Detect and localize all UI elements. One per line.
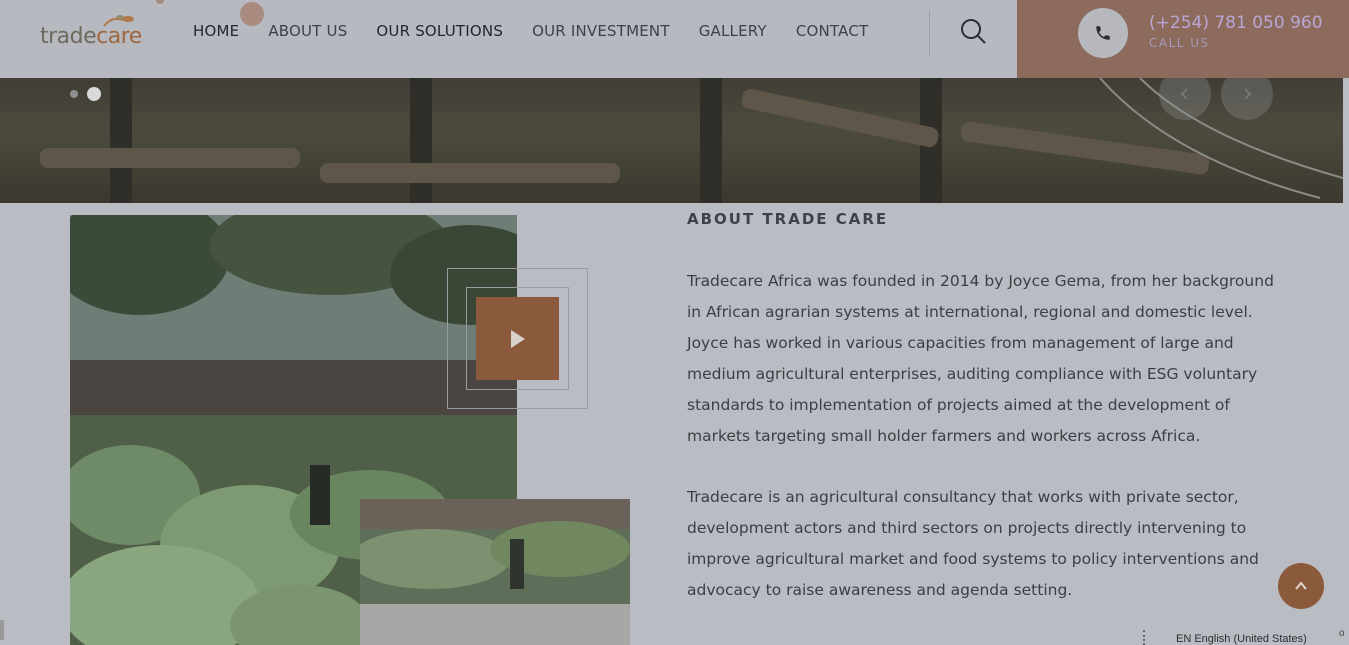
call-box[interactable]: (+254) 781 050 960 CALL US [1017,0,1349,78]
search-icon[interactable] [958,16,988,46]
hero-image-detail [740,87,940,149]
hero-image-detail [110,78,132,203]
about-photo-small [360,499,630,645]
logo[interactable]: tradecare [40,14,142,50]
logo-text: tradecare [40,24,142,49]
nav-solutions[interactable]: OUR SOLUTIONS [376,22,503,40]
nav-gallery[interactable]: GALLERY [699,22,767,40]
hero-image-detail [40,148,300,168]
about-heading: ABOUT TRADE CARE [687,210,889,228]
language-separator [1143,630,1147,645]
chevron-right-icon [1244,88,1252,100]
about-paragraph-1: Tradecare Africa was founded in 2014 by … [687,272,1274,445]
hero-image-detail [1099,78,1343,199]
phone-icon [1096,26,1110,40]
nav-investment[interactable]: OUR INVESTMENT [532,22,670,40]
phone-button[interactable] [1078,8,1128,58]
nav-about[interactable]: ABOUT US [268,22,347,40]
call-us-label: CALL US [1149,36,1210,50]
edge-marker [0,620,4,640]
play-icon [510,329,525,348]
nav-home[interactable]: HOME [193,22,239,40]
nav-contact[interactable]: CONTACT [796,22,869,40]
play-video-button[interactable] [476,297,559,380]
hero-image-detail [410,78,432,203]
chevron-left-icon [1180,88,1188,100]
header-divider [929,10,930,56]
about-paragraph-2: Tradecare is an agricultural consultancy… [687,488,1259,599]
phone-number[interactable]: (+254) 781 050 960 [1149,13,1323,33]
chevron-up-icon [1295,581,1307,590]
scroll-to-top-button[interactable] [1278,563,1324,609]
garden-bed-image [360,499,630,645]
hero-slider [0,78,1343,203]
hero-image-detail [700,78,722,203]
hero-image-detail [320,163,620,183]
site-header: tradecare HOME ABOUT US OUR SOLUTIONS OU… [0,0,1017,79]
language-selector[interactable]: EN English (United States) [1176,633,1307,645]
main-nav: HOME ABOUT US OUR SOLUTIONS OUR INVESTME… [193,22,868,40]
decorative-dot [156,0,164,4]
slide-dot-active[interactable] [87,87,101,101]
slide-dot[interactable] [70,90,78,98]
edge-glyph: o [1339,628,1345,639]
